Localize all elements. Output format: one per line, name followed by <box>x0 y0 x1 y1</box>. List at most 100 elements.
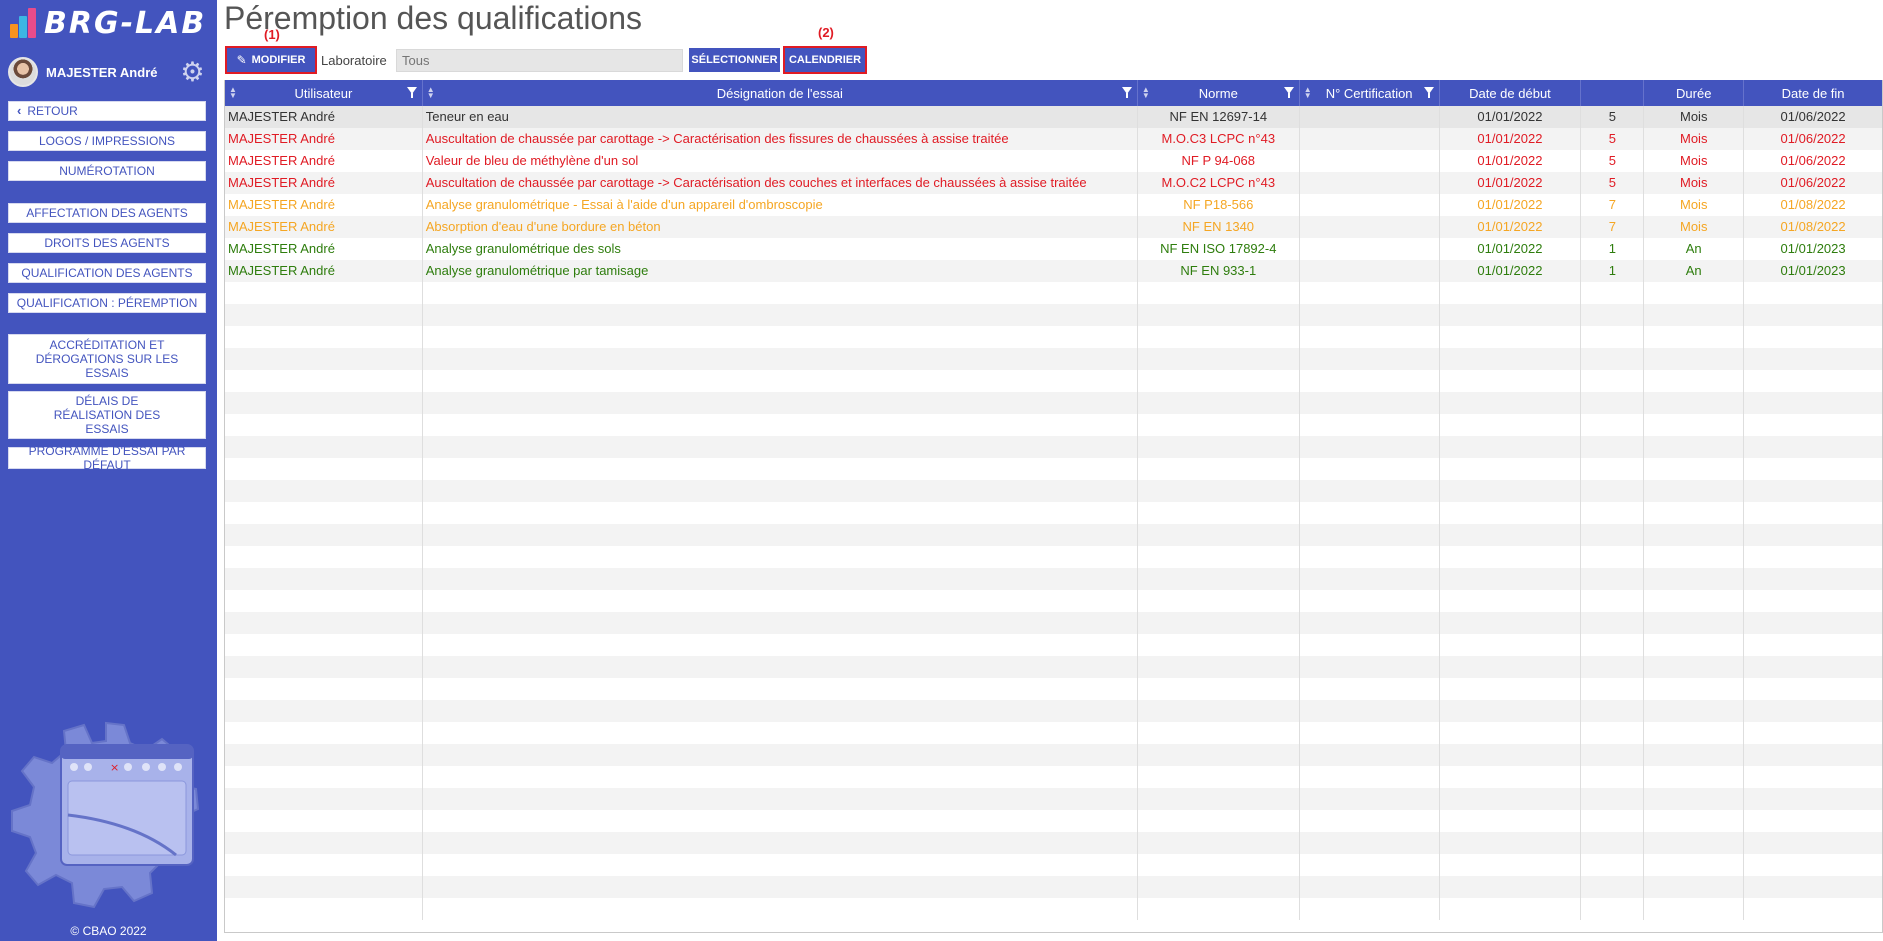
filter-icon[interactable] <box>1121 87 1132 98</box>
sidebar-item-droits-agents[interactable]: DROITS DES AGENTS <box>8 233 206 253</box>
table-row[interactable]: MAJESTER André Teneur en eau NF EN 12697-1… <box>225 106 1882 128</box>
sidebar-item-numerotation[interactable]: NUMÉROTATION <box>8 161 206 181</box>
cell-start-date <box>1440 568 1582 590</box>
cell-certification <box>1300 392 1440 414</box>
column-header-test[interactable]: ▲ ▼ Désignation de l'essai <box>423 80 1138 106</box>
cell-test: Absorption d'eau d'une bordure en béton <box>423 216 1138 238</box>
cell-test <box>423 546 1138 568</box>
sort-icon[interactable]: ▲ ▼ <box>229 86 237 100</box>
cell-norm: M.O.C2 LCPC n°43 <box>1138 172 1300 194</box>
cell-start-date <box>1440 436 1582 458</box>
cell-duration: Mois <box>1644 194 1745 216</box>
cell-test <box>423 370 1138 392</box>
cell-norm: NF EN 933-1 <box>1138 260 1300 282</box>
cell-end-date <box>1744 282 1882 304</box>
column-header-duration[interactable]: Durée <box>1644 80 1745 106</box>
cell-end-date <box>1744 612 1882 634</box>
filter-icon[interactable] <box>406 87 417 98</box>
sort-icon[interactable]: ▲ ▼ <box>1304 86 1312 100</box>
cell-end-date <box>1744 546 1882 568</box>
cell-test <box>423 436 1138 458</box>
cell-user <box>225 524 423 546</box>
cell-norm <box>1138 656 1300 678</box>
cell-certification <box>1300 414 1440 436</box>
column-header-count[interactable] <box>1581 80 1645 106</box>
sidebar-item-logos-impressions[interactable]: LOGOS / IMPRESSIONS <box>8 131 206 151</box>
cell-start-date <box>1440 722 1582 744</box>
sidebar-item-qualification-agents[interactable]: QUALIFICATION DES AGENTS <box>8 263 206 283</box>
cell-user: MAJESTER André <box>225 260 423 282</box>
table-row[interactable]: MAJESTER André Absorption d'eau d'une bor… <box>225 216 1882 238</box>
cell-count <box>1581 458 1645 480</box>
sidebar-item-delais-realisation[interactable]: DÉLAIS DE RÉALISATION DES ESSAIS <box>8 391 206 439</box>
calendar-button[interactable]: CALENDRIER <box>785 48 865 72</box>
table-row[interactable]: MAJESTER André Auscultation de chaussée p… <box>225 172 1882 194</box>
cell-test <box>423 414 1138 436</box>
table-row[interactable]: MAJESTER André Auscultation de chaussée p… <box>225 128 1882 150</box>
cell-test: Valeur de bleu de méthylène d'un sol <box>423 150 1138 172</box>
table-row[interactable]: MAJESTER André Analyse granulométrique pa… <box>225 260 1882 282</box>
cell-start-date <box>1440 590 1582 612</box>
column-header-end-date[interactable]: Date de fin <box>1744 80 1882 106</box>
cell-duration <box>1644 678 1745 700</box>
cell-start-date <box>1440 524 1582 546</box>
cell-count: 5 <box>1581 172 1645 194</box>
cell-user: MAJESTER André <box>225 150 423 172</box>
table-row[interactable]: MAJESTER André Analyse granulométrique - … <box>225 194 1882 216</box>
column-header-user[interactable]: ▲ ▼ Utilisateur <box>225 80 423 106</box>
cell-start-date <box>1440 700 1582 722</box>
cell-user <box>225 546 423 568</box>
sidebar-item-accreditation[interactable]: ACCRÉDITATION ET DÉROGATIONS SUR LES ESS… <box>8 334 206 384</box>
cell-start-date <box>1440 458 1582 480</box>
laboratory-input[interactable] <box>396 49 683 72</box>
table-row[interactable]: MAJESTER André Valeur de bleu de méthylèn… <box>225 150 1882 172</box>
sidebar-item-affectation-agents[interactable]: AFFECTATION DES AGENTS <box>8 203 206 223</box>
cell-end-date <box>1744 656 1882 678</box>
cell-duration: Mois <box>1644 150 1745 172</box>
cell-duration: An <box>1644 238 1745 260</box>
sidebar-item-label: PROGRAMME D'ESSAI PAR DÉFAUT <box>28 444 186 472</box>
cell-end-date: 01/01/2023 <box>1780 263 1846 278</box>
cell-end-date <box>1744 392 1882 414</box>
sidebar-item-label: QUALIFICATION : PÉREMPTION <box>16 296 198 310</box>
cell-duration <box>1644 568 1745 590</box>
filter-icon[interactable] <box>1283 87 1294 98</box>
select-button[interactable]: SÉLECTIONNER <box>689 48 780 72</box>
cell-test <box>423 656 1138 678</box>
cell-duration <box>1644 810 1745 832</box>
cell-duration <box>1644 854 1745 876</box>
table-row <box>225 700 1882 722</box>
modify-button[interactable]: ✎ MODIFIER <box>227 48 315 72</box>
column-header-norm[interactable]: ▲ ▼ Norme <box>1138 80 1300 106</box>
cell-test <box>423 700 1138 722</box>
cell-start-date <box>1440 634 1582 656</box>
gear-icon[interactable]: ⚙ <box>180 59 205 86</box>
cell-end-date <box>1744 876 1882 898</box>
sort-icon[interactable]: ▲ ▼ <box>1142 86 1150 100</box>
table-row <box>225 832 1882 854</box>
cell-certification <box>1300 612 1440 634</box>
column-header-start-date[interactable]: Date de début <box>1440 80 1582 106</box>
back-button[interactable]: ‹ RETOUR <box>8 101 206 121</box>
cell-start-date <box>1440 832 1582 854</box>
cell-start-date <box>1440 546 1582 568</box>
cell-certification <box>1300 766 1440 788</box>
cell-test <box>423 634 1138 656</box>
cell-user <box>225 656 423 678</box>
filter-icon[interactable] <box>1423 87 1434 98</box>
table-row <box>225 568 1882 590</box>
table-body: MAJESTER André Teneur en eau NF EN 12697-1… <box>225 106 1882 920</box>
sidebar-item-programme-essai[interactable]: PROGRAMME D'ESSAI PAR DÉFAUT <box>8 444 206 472</box>
brg-lab-logo[interactable]: BRG-LAB <box>8 4 206 42</box>
table-row[interactable]: MAJESTER André Analyse granulométrique de… <box>225 238 1882 260</box>
cell-norm: NF P18-566 <box>1138 194 1300 216</box>
cell-norm <box>1138 678 1300 700</box>
cell-end-date <box>1744 524 1882 546</box>
column-header-certification[interactable]: ▲ ▼ N° Certification <box>1300 80 1440 106</box>
sort-icon[interactable]: ▲ ▼ <box>427 86 435 100</box>
cell-count <box>1581 502 1645 524</box>
cell-duration <box>1644 524 1745 546</box>
cell-duration: An <box>1644 260 1745 282</box>
cell-duration: Mois <box>1644 106 1745 128</box>
sidebar-item-qualification-peremption[interactable]: QUALIFICATION : PÉREMPTION <box>8 293 206 313</box>
